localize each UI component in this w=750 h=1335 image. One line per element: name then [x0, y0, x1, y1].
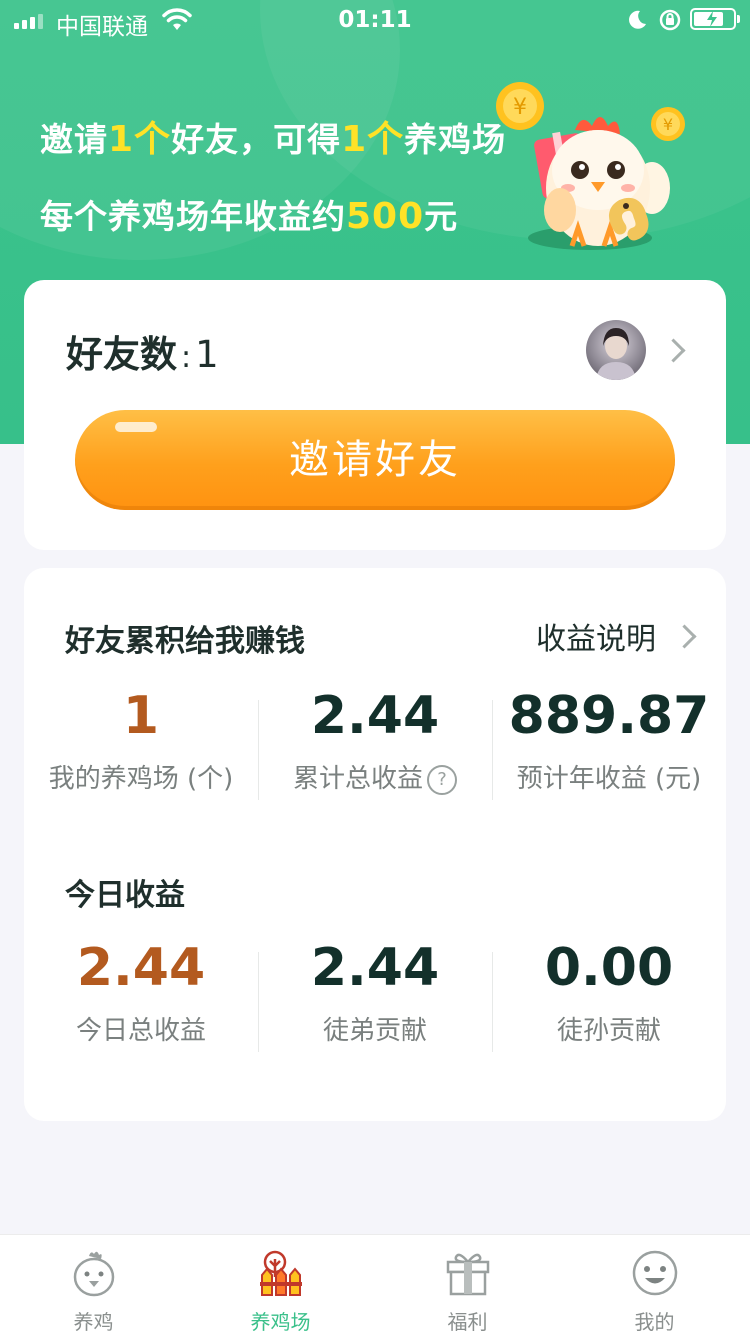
stat-value: 2.44	[310, 938, 440, 998]
today-section-title: 今日收益	[65, 878, 185, 913]
stat-annual-estimate: 889.87 预计年收益 (元)	[492, 686, 726, 795]
stat-value: 2.44	[76, 938, 206, 998]
friend-avatar[interactable]	[586, 320, 646, 380]
tab-chicken[interactable]: 养鸡	[0, 1235, 187, 1335]
friend-list-chevron-icon[interactable]	[661, 338, 686, 363]
friend-count-row: 好友数:1	[66, 324, 219, 378]
svg-text:¥: ¥	[663, 115, 673, 134]
friend-count-colon: :	[181, 340, 192, 375]
status-bar: 中国联通 01:11	[0, 0, 750, 40]
earnings-section-title: 好友累积给我赚钱	[65, 624, 305, 659]
svg-text:¥: ¥	[513, 95, 527, 120]
gift-icon	[446, 1253, 490, 1296]
farm-icon	[260, 1250, 302, 1296]
promo-line-1: 邀请1个好友，可得1个养鸡场	[40, 119, 507, 160]
stat-total-earnings: 2.44 累计总收益?	[258, 686, 492, 795]
friend-count-label: 好友数	[66, 333, 177, 376]
earnings-explanation-link[interactable]: 收益说明	[536, 614, 656, 658]
tab-farm[interactable]: 养鸡场	[187, 1235, 374, 1335]
friends-card: 好友数:1 邀请好友	[24, 280, 726, 550]
stat-apprentice-contribution: 2.44 徒弟贡献	[258, 938, 492, 1047]
tab-label: 我的	[634, 1310, 675, 1334]
chicken-icon	[73, 1251, 115, 1297]
stat-value: 1	[122, 686, 160, 746]
tab-benefits[interactable]: 福利	[374, 1235, 561, 1335]
invite-friends-label: 邀请好友	[289, 437, 461, 483]
stat-label: 今日总收益	[75, 1016, 206, 1046]
friend-count-value: 1	[195, 333, 219, 376]
stat-label: 累计总收益	[292, 764, 423, 794]
stat-label: 预计年收益 (元)	[516, 764, 702, 794]
stat-grand-apprentice-contribution: 0.00 徒孙贡献	[492, 938, 726, 1047]
stat-label: 徒孙贡献	[556, 1016, 661, 1046]
stat-value: 889.87	[508, 686, 710, 746]
help-icon[interactable]: ?	[427, 765, 457, 795]
rotation-lock-icon	[659, 9, 681, 31]
stat-label: 徒弟贡献	[322, 1016, 427, 1046]
tab-label: 养鸡	[73, 1310, 114, 1334]
stat-today-total: 2.44 今日总收益	[24, 938, 258, 1047]
tab-mine[interactable]: 我的	[561, 1235, 748, 1335]
stat-label-row: 累计总收益?	[258, 758, 492, 795]
earnings-card: 好友累积给我赚钱 收益说明 1 我的养鸡场 (个) 2.44 累计总收益? 88…	[24, 568, 726, 1121]
stat-value: 2.44	[310, 686, 440, 746]
do-not-disturb-icon	[629, 10, 646, 29]
chicken-mascot-illustration: ¥ ¥	[496, 82, 685, 250]
explanation-chevron-icon[interactable]	[672, 624, 697, 649]
battery-nub	[737, 15, 740, 23]
bottom-tab-bar: 养鸡 养鸡场 福利 我的	[0, 1234, 750, 1335]
stat-value: 0.00	[544, 938, 674, 998]
invite-friends-button[interactable]: 邀请好友	[75, 410, 675, 510]
earnings-explanation-label: 收益说明	[536, 622, 656, 657]
promo-line-2: 每个养鸡场年收益约500元	[40, 196, 459, 237]
tab-label: 养鸡场	[250, 1310, 311, 1334]
tab-label: 福利	[447, 1310, 488, 1334]
stat-label: 我的养鸡场 (个)	[48, 764, 234, 794]
battery-icon	[690, 8, 736, 30]
stat-my-farms: 1 我的养鸡场 (个)	[24, 686, 258, 795]
avatar-photo	[596, 328, 636, 380]
smiley-icon	[632, 1250, 678, 1296]
charging-bolt-icon	[707, 11, 717, 27]
button-shine	[115, 422, 157, 432]
